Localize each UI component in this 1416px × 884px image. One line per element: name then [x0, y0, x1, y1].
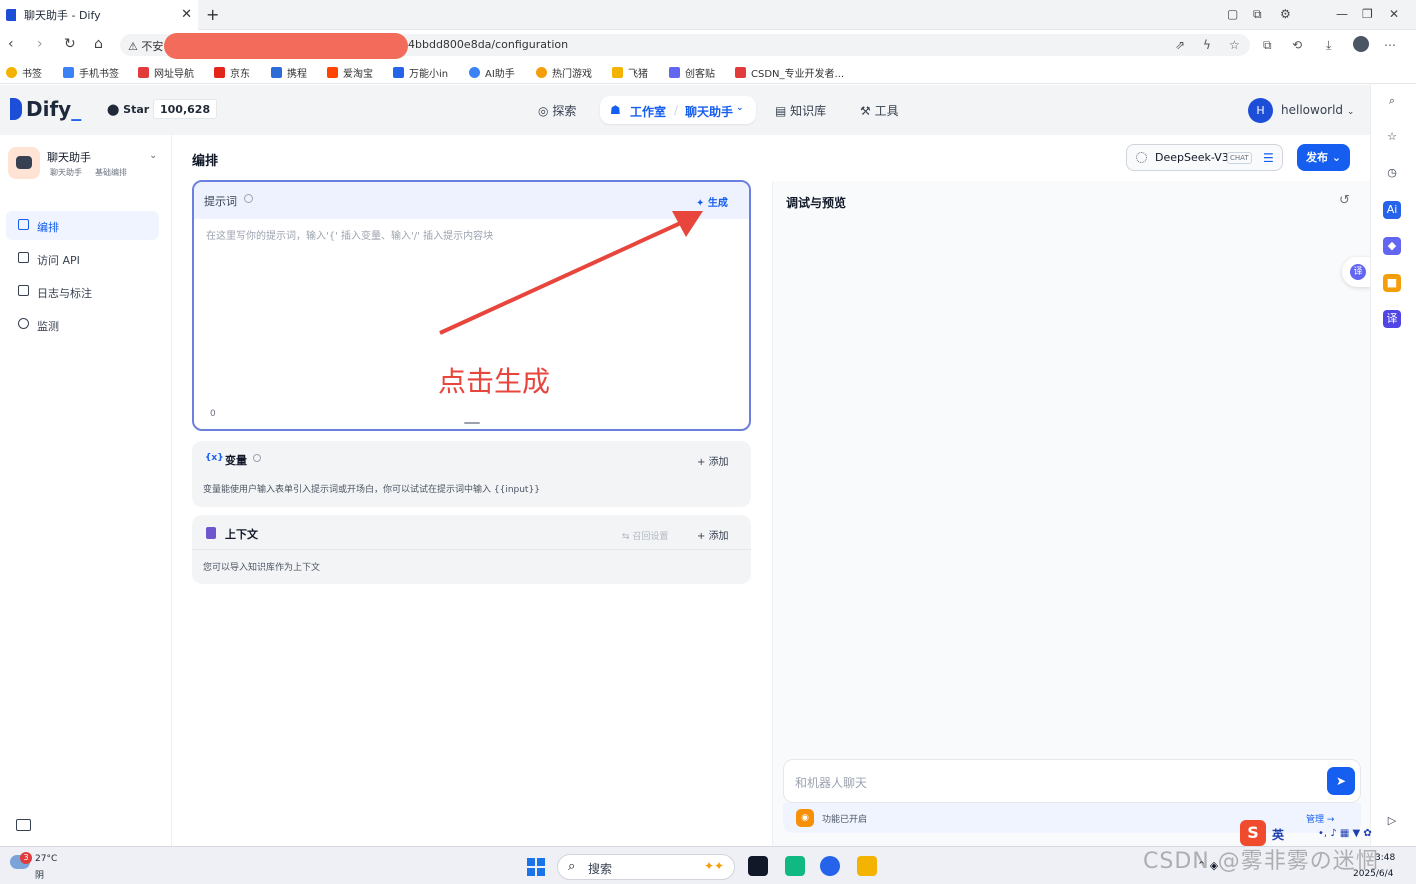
taskview-icon[interactable]	[748, 856, 768, 876]
ime-tools-icon[interactable]: •, ♪ ▦ ▼ ✿	[1318, 828, 1372, 839]
annotation-text: 点击生成	[438, 365, 551, 398]
weather-badge: 3	[20, 852, 32, 864]
terminal-app-icon[interactable]	[785, 856, 805, 876]
annotation-arrow	[439, 211, 703, 335]
windows-start-icon[interactable]	[527, 858, 545, 876]
taskbar-search[interactable]: ⌕ 搜索 ✦✦	[557, 854, 735, 880]
search-icon: ⌕	[568, 859, 576, 874]
ime-language[interactable]: 英	[1272, 826, 1284, 843]
file-explorer-icon[interactable]	[857, 856, 877, 876]
edge-browser-icon[interactable]	[820, 856, 840, 876]
search-label: 搜索	[588, 862, 613, 876]
temperature: 27°C	[35, 854, 58, 864]
weather-condition: 阴	[35, 871, 45, 881]
watermark-text: CSDN @雾非雾の迷惘	[1143, 849, 1379, 874]
copilot-sparkle-icon: ✦✦	[704, 859, 725, 873]
